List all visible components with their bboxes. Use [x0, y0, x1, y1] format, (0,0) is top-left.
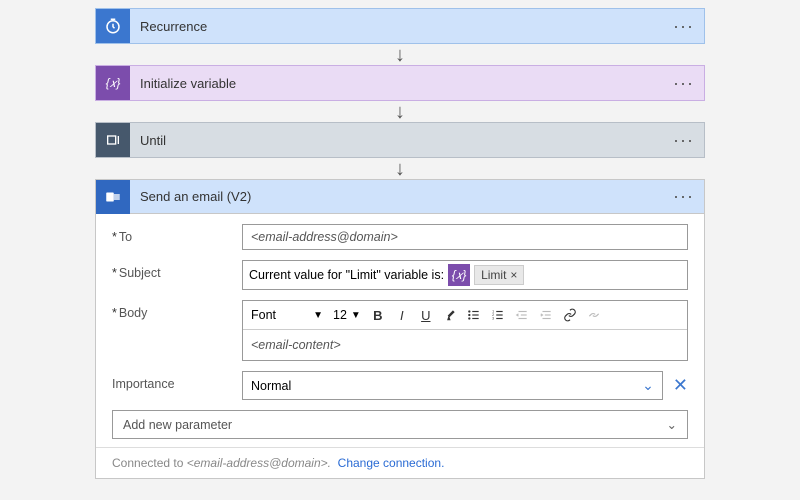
step-initialize-variable[interactable]: {𝑥} Initialize variable ··· — [95, 65, 705, 101]
token-remove-icon[interactable]: × — [510, 268, 517, 282]
step-send-email: Send an email (V2) ··· *To *Subject Curr… — [95, 179, 705, 479]
body-input[interactable]: <email-content> — [243, 330, 687, 360]
connector-arrow-icon: ↓ — [395, 102, 405, 122]
step-menu-button[interactable]: ··· — [663, 73, 704, 94]
remove-parameter-button[interactable]: ✕ — [663, 375, 688, 396]
change-connection-link[interactable]: Change connection. — [338, 456, 445, 470]
step-menu-button[interactable]: ··· — [663, 186, 704, 207]
add-parameter-select[interactable]: Add new parameter ⌄ — [112, 410, 688, 439]
bold-button[interactable]: B — [367, 304, 389, 326]
to-input[interactable] — [242, 224, 688, 250]
step-title: Recurrence — [130, 19, 663, 34]
font-size-select[interactable]: 12▼ — [329, 306, 365, 324]
loop-icon — [96, 123, 130, 157]
indent-button[interactable] — [535, 304, 557, 326]
underline-button[interactable]: U — [415, 304, 437, 326]
subject-text: Current value for "Limit" variable is: — [249, 268, 444, 282]
chevron-down-icon: ⌄ — [642, 377, 654, 394]
color-button[interactable] — [439, 304, 461, 326]
number-list-button[interactable]: 123 — [487, 304, 509, 326]
font-select[interactable]: Font▼ — [247, 306, 327, 324]
importance-select[interactable]: Normal ⌄ — [242, 371, 663, 400]
chevron-down-icon: ⌄ — [667, 417, 677, 432]
field-label-to: *To — [112, 224, 242, 244]
step-menu-button[interactable]: ··· — [663, 16, 704, 37]
variable-token-chip[interactable]: Limit × — [474, 265, 524, 285]
step-title: Send an email (V2) — [130, 189, 663, 204]
body-editor: Font▼ 12▼ B I U 123 — [242, 300, 688, 361]
subject-input[interactable]: Current value for "Limit" variable is: {… — [242, 260, 688, 290]
step-title: Initialize variable — [130, 76, 663, 91]
field-label-importance: Importance — [112, 371, 242, 391]
variable-icon: {𝑥} — [96, 66, 130, 100]
bullet-list-button[interactable] — [463, 304, 485, 326]
outlook-icon — [96, 180, 130, 214]
connector-arrow-icon: ↓ — [395, 159, 405, 179]
svg-text:3: 3 — [492, 317, 494, 321]
step-menu-button[interactable]: ··· — [663, 130, 704, 151]
variable-token-icon: {𝑥} — [448, 264, 470, 286]
link-button[interactable] — [559, 304, 581, 326]
unlink-button[interactable] — [583, 304, 605, 326]
connection-footer: Connected to <email-address@domain>. Cha… — [96, 447, 704, 478]
workflow-canvas: Recurrence ··· ↓ {𝑥} Initialize variable… — [0, 8, 800, 479]
clock-icon — [96, 9, 130, 43]
field-label-body: *Body — [112, 300, 242, 320]
step-send-email-header[interactable]: Send an email (V2) ··· — [96, 180, 704, 214]
rtf-toolbar: Font▼ 12▼ B I U 123 — [243, 301, 687, 330]
step-recurrence[interactable]: Recurrence ··· — [95, 8, 705, 44]
italic-button[interactable]: I — [391, 304, 413, 326]
outdent-button[interactable] — [511, 304, 533, 326]
step-title: Until — [130, 133, 663, 148]
step-until[interactable]: Until ··· — [95, 122, 705, 158]
connector-arrow-icon: ↓ — [395, 45, 405, 65]
field-label-subject: *Subject — [112, 260, 242, 280]
